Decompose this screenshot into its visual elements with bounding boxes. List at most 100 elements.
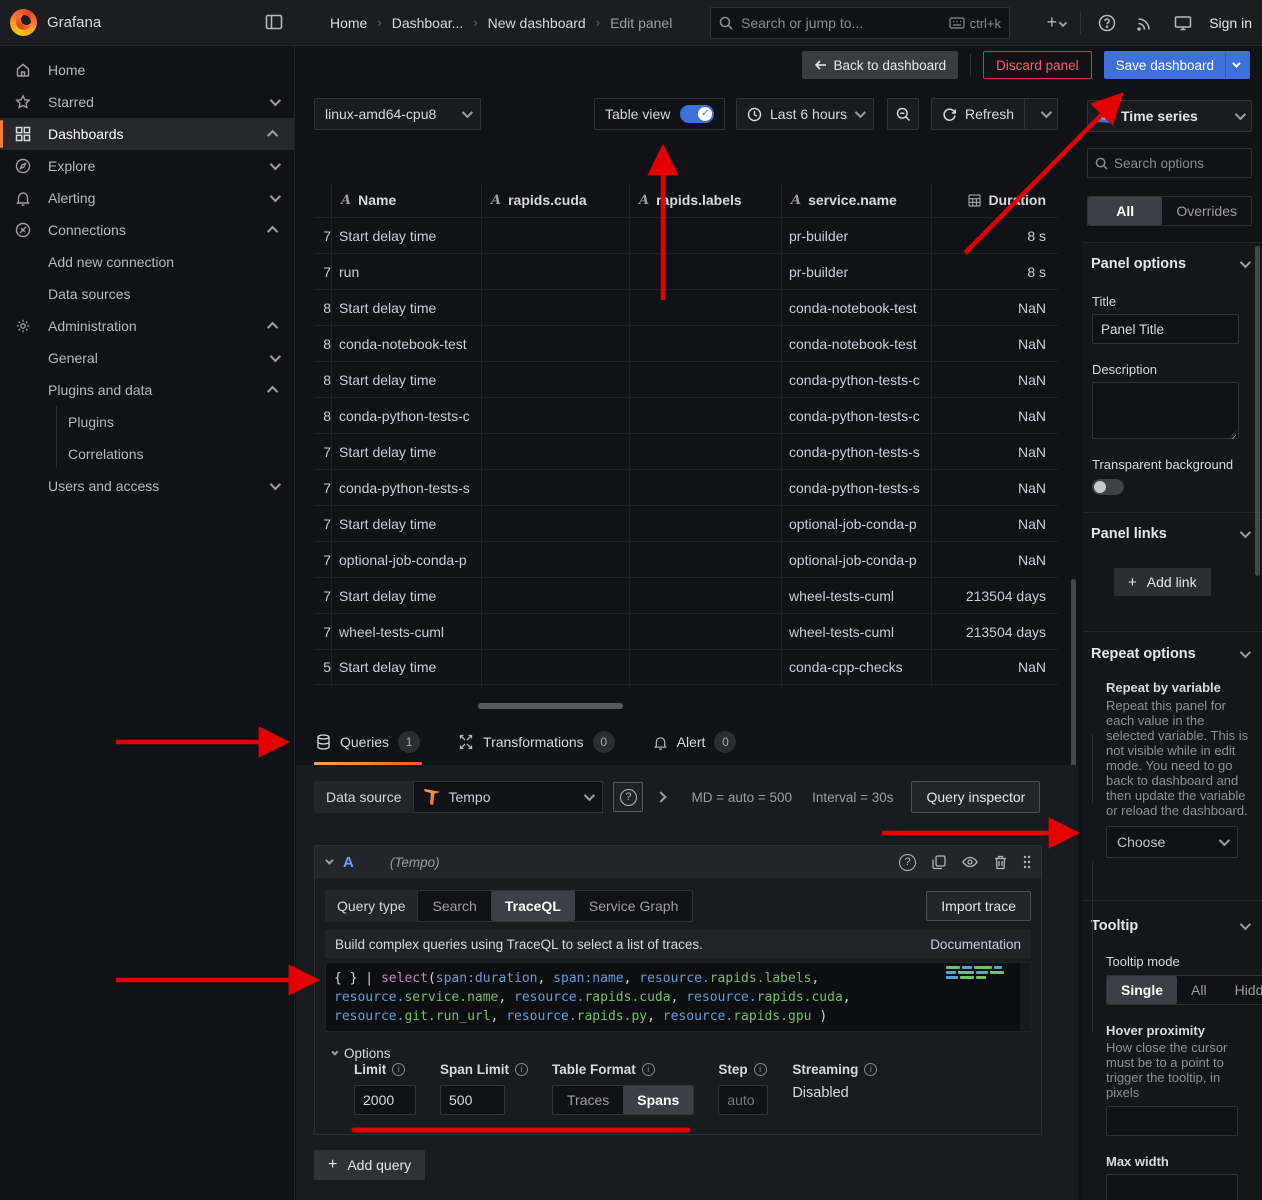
- table-horizontal-scrollbar[interactable]: [478, 703, 623, 709]
- sidebar-item-plugins[interactable]: Plugins: [0, 406, 294, 438]
- chevron-up-icon[interactable]: [267, 130, 278, 141]
- monitor-icon[interactable]: [1171, 11, 1195, 35]
- options-collapse[interactable]: Options: [331, 1046, 1041, 1061]
- tooltip-mode-single[interactable]: Single: [1107, 976, 1177, 1004]
- options-scrollbar[interactable]: [1255, 246, 1260, 576]
- sidebar-item-users-and-access[interactable]: Users and access: [0, 470, 294, 502]
- collapse-icon[interactable]: [325, 856, 333, 864]
- query-type-service-graph[interactable]: Service Graph: [575, 891, 692, 921]
- chevron-down-icon[interactable]: [270, 351, 281, 362]
- add-link-button[interactable]: + Add link: [1114, 568, 1211, 596]
- table-row[interactable]: 7 optional-job-conda-p optional-job-cond…: [314, 541, 1058, 577]
- query-help-icon[interactable]: ?: [899, 854, 916, 871]
- repeat-variable-select[interactable]: Choose: [1106, 826, 1238, 858]
- table-row[interactable]: 8 Start delay time conda-python-tests-c …: [314, 361, 1058, 397]
- section-panel-links[interactable]: Panel links: [1083, 526, 1262, 542]
- delete-query-icon[interactable]: [994, 855, 1007, 870]
- panel-description-textarea[interactable]: [1092, 382, 1239, 439]
- table-row[interactable]: 7 run pr-builder 8 s: [314, 253, 1058, 289]
- sidebar-item-connections[interactable]: Connections: [0, 214, 294, 246]
- chevron-right-icon[interactable]: [656, 791, 667, 802]
- table-row[interactable]: 7 Start delay time optional-job-conda-p …: [314, 505, 1058, 541]
- chevron-down-icon[interactable]: [270, 95, 281, 106]
- add-menu-button[interactable]: +: [1047, 12, 1067, 33]
- breadcrumb-new-dashboard[interactable]: New dashboard: [488, 15, 586, 31]
- refresh-interval-dropdown[interactable]: [1033, 99, 1057, 129]
- column-header-name[interactable]: AName: [331, 192, 481, 208]
- tooltip-mode-all[interactable]: All: [1177, 976, 1221, 1004]
- global-search-input[interactable]: Search or jump to... ctrl+k: [710, 7, 1010, 39]
- column-header-rapids-cuda[interactable]: Arapids.cuda: [481, 192, 629, 208]
- main-vertical-scrollbar[interactable]: [1071, 579, 1076, 779]
- section-panel-options[interactable]: Panel options: [1083, 256, 1262, 272]
- visualization-select[interactable]: Time series: [1087, 100, 1252, 132]
- variable-select[interactable]: linux-amd64-cpu8: [314, 98, 481, 130]
- duplicate-query-icon[interactable]: [932, 855, 946, 870]
- save-dashboard-button[interactable]: Save dashboard: [1104, 51, 1250, 79]
- column-header-rapids-labels[interactable]: Arapids.labels: [629, 192, 781, 208]
- documentation-link[interactable]: Documentation: [930, 937, 1021, 952]
- time-range-picker[interactable]: Last 6 hours: [736, 98, 874, 130]
- query-type-search[interactable]: Search: [418, 891, 490, 921]
- step-input[interactable]: [718, 1085, 768, 1115]
- code-scrollbar[interactable]: [1020, 963, 1030, 1031]
- sidebar-item-dashboards[interactable]: Dashboards: [0, 118, 294, 150]
- filter-all[interactable]: All: [1088, 197, 1162, 225]
- tooltip-mode-hidden[interactable]: Hidden: [1221, 976, 1262, 1004]
- datasource-select[interactable]: Tempo: [413, 781, 603, 813]
- back-to-dashboard-button[interactable]: Back to dashboard: [802, 51, 959, 79]
- table-row[interactable]: 7 conda-python-tests-s conda-python-test…: [314, 469, 1058, 505]
- table-row[interactable]: 8 conda-python-tests-c conda-python-test…: [314, 397, 1058, 433]
- chevron-up-icon[interactable]: [267, 226, 278, 237]
- breadcrumb-dashboards[interactable]: Dashboar...: [392, 15, 464, 31]
- chevron-up-icon[interactable]: [267, 322, 278, 333]
- max-width-input[interactable]: [1106, 1174, 1238, 1200]
- column-header-service-name[interactable]: Aservice.name: [781, 192, 931, 208]
- news-icon[interactable]: [1133, 11, 1157, 35]
- zoom-out-button[interactable]: [887, 98, 919, 130]
- table-row[interactable]: 7 wheel-tests-cuml wheel-tests-cuml 2135…: [314, 613, 1058, 649]
- sidebar-item-add-new-connection[interactable]: Add new connection: [0, 246, 294, 278]
- chevron-up-icon[interactable]: [267, 386, 278, 397]
- add-query-button[interactable]: + Add query: [314, 1150, 425, 1180]
- sidebar-item-correlations[interactable]: Correlations: [0, 438, 294, 470]
- limit-input[interactable]: [354, 1085, 416, 1115]
- span-limit-input[interactable]: [440, 1085, 505, 1115]
- chevron-down-icon[interactable]: [270, 191, 281, 202]
- chevron-down-icon[interactable]: [1232, 59, 1240, 67]
- transparent-background-toggle[interactable]: [1092, 479, 1124, 495]
- section-repeat-options[interactable]: Repeat options: [1083, 646, 1262, 662]
- breadcrumb-home[interactable]: Home: [330, 15, 367, 31]
- search-options-input[interactable]: Search options: [1087, 148, 1252, 178]
- query-inspector-button[interactable]: Query inspector: [911, 781, 1040, 813]
- traceql-code-editor[interactable]: { } | select(span:duration, span:name, r…: [325, 962, 1031, 1032]
- help-icon[interactable]: [1095, 11, 1119, 35]
- table-view-toggle[interactable]: ✓: [680, 105, 714, 123]
- sidebar-item-alerting[interactable]: Alerting: [0, 182, 294, 214]
- sidebar-item-general[interactable]: General: [0, 342, 294, 374]
- discard-panel-button[interactable]: Discard panel: [983, 51, 1092, 79]
- sidebar-item-home[interactable]: Home: [0, 54, 294, 86]
- column-header-duration[interactable]: Duration: [931, 192, 1058, 208]
- tab-alert[interactable]: Alert 0: [651, 725, 739, 765]
- chevron-down-icon[interactable]: [270, 159, 281, 170]
- format-traces[interactable]: Traces: [553, 1086, 623, 1114]
- table-row[interactable]: 8 Start delay time conda-notebook-test N…: [314, 289, 1058, 325]
- query-type-traceql[interactable]: TraceQL: [491, 891, 575, 921]
- format-spans[interactable]: Spans: [623, 1086, 693, 1114]
- table-row[interactable]: 7 Start delay time wheel-tests-cuml 2135…: [314, 577, 1058, 613]
- grafana-logo-icon[interactable]: [10, 9, 37, 36]
- sidebar-item-administration[interactable]: Administration: [0, 310, 294, 342]
- table-row[interactable]: 8 conda-notebook-test conda-notebook-tes…: [314, 325, 1058, 361]
- section-tooltip[interactable]: Tooltip: [1083, 918, 1262, 934]
- sidebar-item-explore[interactable]: Explore: [0, 150, 294, 182]
- tab-transformations[interactable]: Transformations 0: [456, 725, 617, 765]
- sidebar-item-data-sources[interactable]: Data sources: [0, 278, 294, 310]
- import-trace-button[interactable]: Import trace: [926, 891, 1031, 921]
- table-row[interactable]: 7 Start delay time pr-builder 8 s: [314, 217, 1058, 253]
- chevron-down-icon[interactable]: [270, 479, 281, 490]
- filter-overrides[interactable]: Overrides: [1162, 197, 1251, 225]
- table-row[interactable]: 5 Start delay time conda-cpp-checks NaN: [314, 649, 1058, 685]
- query-row-header[interactable]: A (Tempo) ?: [315, 846, 1041, 878]
- panel-title-input[interactable]: [1092, 314, 1239, 344]
